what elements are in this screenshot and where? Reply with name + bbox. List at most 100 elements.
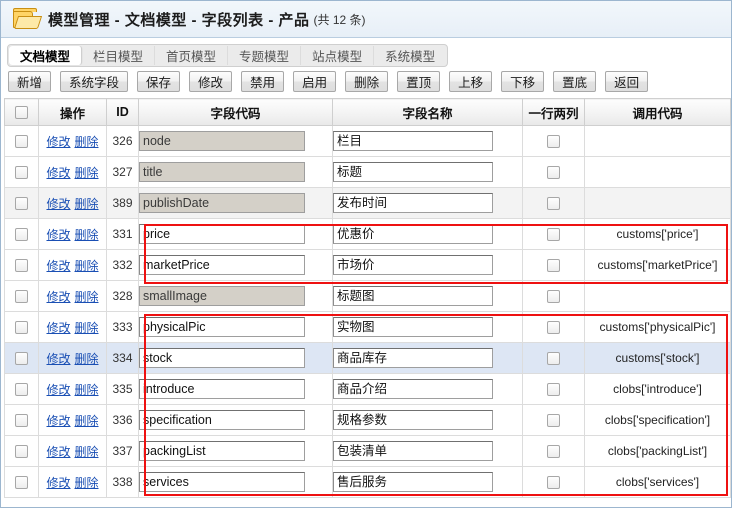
tab-0[interactable]: 文档模型: [9, 46, 83, 65]
field-code-input[interactable]: specification: [139, 410, 305, 430]
delete-link[interactable]: 删除: [75, 414, 99, 428]
edit-link[interactable]: 修改: [46, 321, 70, 335]
table-row[interactable]: 修改 删除 331 price 优惠价 customs['price']: [4, 218, 731, 250]
tab-2[interactable]: 首页模型: [155, 46, 229, 65]
row-checkbox[interactable]: [15, 352, 28, 366]
toolbar-button-8[interactable]: 上移: [449, 71, 493, 92]
toolbar-button-1[interactable]: 系统字段: [60, 71, 129, 92]
toolbar-button-11[interactable]: 返回: [605, 71, 649, 92]
edit-link[interactable]: 修改: [46, 228, 70, 242]
two-column-checkbox[interactable]: [547, 197, 560, 211]
edit-link[interactable]: 修改: [46, 166, 70, 180]
delete-link[interactable]: 删除: [75, 228, 99, 242]
toolbar-button-6[interactable]: 删除: [345, 71, 389, 92]
delete-link[interactable]: 删除: [75, 135, 99, 149]
tab-4[interactable]: 站点模型: [301, 46, 375, 65]
edit-link[interactable]: 修改: [46, 290, 70, 304]
edit-link[interactable]: 修改: [46, 476, 70, 490]
field-code-input[interactable]: packingList: [139, 441, 305, 461]
field-code-input[interactable]: stock: [139, 348, 305, 368]
two-column-checkbox[interactable]: [547, 352, 560, 366]
table-row[interactable]: 修改 删除 338 services 售后服务 clobs['services']: [4, 466, 731, 498]
table-row[interactable]: 修改 删除 389 publishDate 发布时间: [4, 187, 731, 219]
field-name-input[interactable]: 商品库存: [333, 348, 493, 368]
row-checkbox[interactable]: [15, 290, 28, 304]
field-code-input[interactable]: price: [139, 224, 305, 244]
table-row[interactable]: 修改 删除 335 introduce 商品介绍 clobs['introduce']: [4, 373, 731, 405]
toolbar-button-10[interactable]: 置底: [553, 71, 597, 92]
row-checkbox[interactable]: [15, 166, 28, 180]
field-name-input[interactable]: 优惠价: [333, 224, 493, 244]
delete-link[interactable]: 删除: [75, 197, 99, 211]
row-checkbox[interactable]: [15, 197, 28, 211]
toolbar-button-4[interactable]: 禁用: [241, 71, 285, 92]
two-column-checkbox[interactable]: [547, 259, 560, 273]
table-row[interactable]: 修改 删除 328 smallImage 标题图: [4, 280, 731, 312]
two-column-checkbox[interactable]: [547, 166, 560, 180]
table-row[interactable]: 修改 删除 333 physicalPic 实物图 customs['physicalPi…: [4, 311, 731, 343]
delete-link[interactable]: 删除: [75, 166, 99, 180]
two-column-checkbox[interactable]: [547, 321, 560, 335]
two-column-checkbox[interactable]: [547, 228, 560, 242]
table-row[interactable]: 修改 删除 332 marketPrice 市场价 customs['marketPric…: [4, 249, 731, 281]
table-row[interactable]: 修改 删除 327 title 标题: [4, 156, 731, 188]
row-checkbox[interactable]: [15, 383, 28, 397]
edit-link[interactable]: 修改: [46, 445, 70, 459]
field-name-input[interactable]: 发布时间: [333, 193, 493, 213]
toolbar-button-9[interactable]: 下移: [501, 71, 545, 92]
row-id: 336: [106, 404, 139, 436]
field-code-input[interactable]: introduce: [139, 379, 305, 399]
field-code-input[interactable]: physicalPic: [139, 317, 305, 337]
tab-3[interactable]: 专题模型: [228, 46, 302, 65]
tab-1[interactable]: 栏目模型: [82, 46, 156, 65]
edit-link[interactable]: 修改: [46, 197, 70, 211]
delete-link[interactable]: 删除: [75, 476, 99, 490]
row-checkbox[interactable]: [15, 321, 28, 335]
delete-link[interactable]: 删除: [75, 445, 99, 459]
two-column-checkbox[interactable]: [547, 135, 560, 149]
two-column-checkbox[interactable]: [547, 476, 560, 490]
delete-link[interactable]: 删除: [75, 259, 99, 273]
edit-link[interactable]: 修改: [46, 383, 70, 397]
field-name-input[interactable]: 市场价: [333, 255, 493, 275]
field-code-input[interactable]: marketPrice: [139, 255, 305, 275]
two-column-checkbox[interactable]: [547, 414, 560, 428]
toolbar-button-3[interactable]: 修改: [189, 71, 233, 92]
delete-link[interactable]: 删除: [75, 383, 99, 397]
toolbar-button-5[interactable]: 启用: [293, 71, 337, 92]
edit-link[interactable]: 修改: [46, 135, 70, 149]
field-name-input[interactable]: 标题: [333, 162, 493, 182]
field-name-input[interactable]: 包装清单: [333, 441, 493, 461]
table-row[interactable]: 修改 删除 334 stock 商品库存 customs['stock']: [4, 342, 731, 374]
delete-link[interactable]: 删除: [75, 290, 99, 304]
field-name-input[interactable]: 规格参数: [333, 410, 493, 430]
tab-5[interactable]: 系统模型: [374, 46, 446, 65]
two-column-checkbox[interactable]: [547, 383, 560, 397]
delete-link[interactable]: 删除: [75, 352, 99, 366]
edit-link[interactable]: 修改: [46, 352, 70, 366]
two-column-checkbox[interactable]: [547, 290, 560, 304]
edit-link[interactable]: 修改: [46, 414, 70, 428]
row-checkbox[interactable]: [15, 414, 28, 428]
row-checkbox[interactable]: [15, 476, 28, 490]
row-checkbox[interactable]: [15, 259, 28, 273]
field-name-input[interactable]: 售后服务: [333, 472, 493, 492]
table-row[interactable]: 修改 删除 336 specification 规格参数 clobs['specifica…: [4, 404, 731, 436]
table-row[interactable]: 修改 删除 326 node 栏目: [4, 125, 731, 157]
delete-link[interactable]: 删除: [75, 321, 99, 335]
table-row[interactable]: 修改 删除 337 packingList 包装清单 clobs['packingList…: [4, 435, 731, 467]
field-name-input[interactable]: 商品介绍: [333, 379, 493, 399]
field-name-input[interactable]: 标题图: [333, 286, 493, 306]
row-checkbox[interactable]: [15, 445, 28, 459]
toolbar-button-2[interactable]: 保存: [137, 71, 181, 92]
toolbar-button-0[interactable]: 新增: [8, 71, 52, 92]
toolbar-button-7[interactable]: 置顶: [397, 71, 441, 92]
row-checkbox[interactable]: [15, 228, 28, 242]
field-name-input[interactable]: 实物图: [333, 317, 493, 337]
row-checkbox[interactable]: [15, 135, 28, 149]
field-name-input[interactable]: 栏目: [333, 131, 493, 151]
two-column-checkbox[interactable]: [547, 445, 560, 459]
select-all-checkbox[interactable]: [15, 106, 28, 120]
field-code-input[interactable]: services: [139, 472, 305, 492]
edit-link[interactable]: 修改: [46, 259, 70, 273]
